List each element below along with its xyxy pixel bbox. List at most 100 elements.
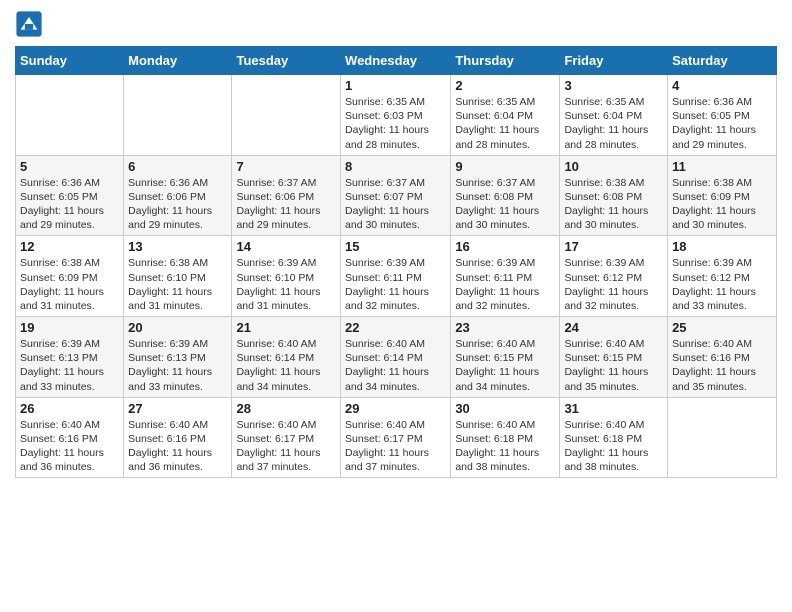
logo-icon xyxy=(15,10,43,38)
day-info: Sunrise: 6:40 AMSunset: 6:14 PMDaylight:… xyxy=(236,337,336,394)
day-info: Sunrise: 6:40 AMSunset: 6:15 PMDaylight:… xyxy=(564,337,663,394)
calendar-cell: 17 Sunrise: 6:39 AMSunset: 6:12 PMDayligh… xyxy=(560,236,668,317)
calendar-cell: 21 Sunrise: 6:40 AMSunset: 6:14 PMDayligh… xyxy=(232,317,341,398)
day-info: Sunrise: 6:38 AMSunset: 6:09 PMDaylight:… xyxy=(20,256,119,313)
weekday-header: Monday xyxy=(124,47,232,75)
day-info: Sunrise: 6:37 AMSunset: 6:06 PMDaylight:… xyxy=(236,176,336,233)
day-number: 25 xyxy=(672,320,772,335)
header-row: SundayMondayTuesdayWednesdayThursdayFrid… xyxy=(16,47,777,75)
day-number: 3 xyxy=(564,78,663,93)
calendar-cell: 23 Sunrise: 6:40 AMSunset: 6:15 PMDayligh… xyxy=(451,317,560,398)
calendar-cell: 26 Sunrise: 6:40 AMSunset: 6:16 PMDayligh… xyxy=(16,397,124,478)
day-info: Sunrise: 6:39 AMSunset: 6:12 PMDaylight:… xyxy=(672,256,772,313)
day-info: Sunrise: 6:38 AMSunset: 6:10 PMDaylight:… xyxy=(128,256,227,313)
calendar-cell: 24 Sunrise: 6:40 AMSunset: 6:15 PMDayligh… xyxy=(560,317,668,398)
day-number: 20 xyxy=(128,320,227,335)
calendar-cell: 30Sunrise: 6:40 AMSunset: 6:18 PMDayligh… xyxy=(451,397,560,478)
calendar-cell: 28 Sunrise: 6:40 AMSunset: 6:17 PMDayligh… xyxy=(232,397,341,478)
calendar-cell: 8 Sunrise: 6:37 AMSunset: 6:07 PMDaylight… xyxy=(341,155,451,236)
calendar-cell: 4 Sunrise: 6:36 AMSunset: 6:05 PMDaylight… xyxy=(668,75,777,156)
calendar-cell: 18 Sunrise: 6:39 AMSunset: 6:12 PMDayligh… xyxy=(668,236,777,317)
calendar-cell: 31 Sunrise: 6:40 AMSunset: 6:18 PMDayligh… xyxy=(560,397,668,478)
day-info: Sunrise: 6:39 AMSunset: 6:10 PMDaylight:… xyxy=(236,256,336,313)
calendar-cell: 5 Sunrise: 6:36 AMSunset: 6:05 PMDaylight… xyxy=(16,155,124,236)
day-number: 10 xyxy=(564,159,663,174)
day-info: Sunrise: 6:36 AMSunset: 6:06 PMDaylight:… xyxy=(128,176,227,233)
day-number: 11 xyxy=(672,159,772,174)
day-info: Sunrise: 6:38 AMSunset: 6:08 PMDaylight:… xyxy=(564,176,663,233)
calendar-cell: 15Sunrise: 6:39 AMSunset: 6:11 PMDayligh… xyxy=(341,236,451,317)
day-number: 7 xyxy=(236,159,336,174)
calendar-cell: 29 Sunrise: 6:40 AMSunset: 6:17 PMDayligh… xyxy=(341,397,451,478)
weekday-header: Wednesday xyxy=(341,47,451,75)
day-number: 18 xyxy=(672,239,772,254)
day-number: 13 xyxy=(128,239,227,254)
day-number: 30 xyxy=(455,401,555,416)
day-info: Sunrise: 6:40 AMSunset: 6:17 PMDaylight:… xyxy=(345,418,446,475)
calendar-cell: 10 Sunrise: 6:38 AMSunset: 6:08 PMDayligh… xyxy=(560,155,668,236)
day-number: 29 xyxy=(345,401,446,416)
day-info: Sunrise: 6:36 AMSunset: 6:05 PMDaylight:… xyxy=(672,95,772,152)
calendar-week-row: 1 Sunrise: 6:35 AMSunset: 6:03 PMDaylight… xyxy=(16,75,777,156)
calendar-cell: 2 Sunrise: 6:35 AMSunset: 6:04 PMDaylight… xyxy=(451,75,560,156)
day-info: Sunrise: 6:40 AMSunset: 6:18 PMDaylight:… xyxy=(564,418,663,475)
day-number: 27 xyxy=(128,401,227,416)
calendar-cell xyxy=(232,75,341,156)
day-number: 21 xyxy=(236,320,336,335)
calendar-week-row: 19Sunrise: 6:39 AMSunset: 6:13 PMDayligh… xyxy=(16,317,777,398)
calendar-cell: 20Sunrise: 6:39 AMSunset: 6:13 PMDayligh… xyxy=(124,317,232,398)
calendar-cell: 13 Sunrise: 6:38 AMSunset: 6:10 PMDayligh… xyxy=(124,236,232,317)
calendar-week-row: 26 Sunrise: 6:40 AMSunset: 6:16 PMDayligh… xyxy=(16,397,777,478)
day-number: 31 xyxy=(564,401,663,416)
calendar-cell xyxy=(668,397,777,478)
day-number: 6 xyxy=(128,159,227,174)
day-number: 17 xyxy=(564,239,663,254)
day-info: Sunrise: 6:35 AMSunset: 6:04 PMDaylight:… xyxy=(564,95,663,152)
day-info: Sunrise: 6:40 AMSunset: 6:17 PMDaylight:… xyxy=(236,418,336,475)
calendar-cell: 3 Sunrise: 6:35 AMSunset: 6:04 PMDaylight… xyxy=(560,75,668,156)
day-number: 26 xyxy=(20,401,119,416)
day-info: Sunrise: 6:40 AMSunset: 6:14 PMDaylight:… xyxy=(345,337,446,394)
calendar-cell xyxy=(124,75,232,156)
calendar-cell xyxy=(16,75,124,156)
day-info: Sunrise: 6:40 AMSunset: 6:16 PMDaylight:… xyxy=(128,418,227,475)
day-number: 14 xyxy=(236,239,336,254)
weekday-header: Thursday xyxy=(451,47,560,75)
day-info: Sunrise: 6:40 AMSunset: 6:15 PMDaylight:… xyxy=(455,337,555,394)
weekday-header: Sunday xyxy=(16,47,124,75)
logo xyxy=(15,10,45,38)
weekday-header: Saturday xyxy=(668,47,777,75)
day-info: Sunrise: 6:37 AMSunset: 6:07 PMDaylight:… xyxy=(345,176,446,233)
calendar-cell: 1 Sunrise: 6:35 AMSunset: 6:03 PMDaylight… xyxy=(341,75,451,156)
day-number: 4 xyxy=(672,78,772,93)
day-number: 8 xyxy=(345,159,446,174)
day-info: Sunrise: 6:39 AMSunset: 6:12 PMDaylight:… xyxy=(564,256,663,313)
calendar-cell: 27 Sunrise: 6:40 AMSunset: 6:16 PMDayligh… xyxy=(124,397,232,478)
day-number: 19 xyxy=(20,320,119,335)
calendar-header: SundayMondayTuesdayWednesdayThursdayFrid… xyxy=(16,47,777,75)
weekday-header: Friday xyxy=(560,47,668,75)
day-number: 23 xyxy=(455,320,555,335)
calendar-cell: 25 Sunrise: 6:40 AMSunset: 6:16 PMDayligh… xyxy=(668,317,777,398)
day-number: 2 xyxy=(455,78,555,93)
page: SundayMondayTuesdayWednesdayThursdayFrid… xyxy=(0,0,792,612)
day-number: 28 xyxy=(236,401,336,416)
weekday-header: Tuesday xyxy=(232,47,341,75)
day-number: 12 xyxy=(20,239,119,254)
day-info: Sunrise: 6:40 AMSunset: 6:16 PMDaylight:… xyxy=(20,418,119,475)
day-number: 1 xyxy=(345,78,446,93)
calendar-body: 1 Sunrise: 6:35 AMSunset: 6:03 PMDaylight… xyxy=(16,75,777,478)
day-info: Sunrise: 6:40 AMSunset: 6:16 PMDaylight:… xyxy=(672,337,772,394)
day-number: 24 xyxy=(564,320,663,335)
calendar-table: SundayMondayTuesdayWednesdayThursdayFrid… xyxy=(15,46,777,478)
day-number: 16 xyxy=(455,239,555,254)
day-info: Sunrise: 6:35 AMSunset: 6:04 PMDaylight:… xyxy=(455,95,555,152)
day-info: Sunrise: 6:35 AMSunset: 6:03 PMDaylight:… xyxy=(345,95,446,152)
header xyxy=(15,10,777,38)
calendar-cell: 11Sunrise: 6:38 AMSunset: 6:09 PMDayligh… xyxy=(668,155,777,236)
calendar-cell: 19Sunrise: 6:39 AMSunset: 6:13 PMDayligh… xyxy=(16,317,124,398)
calendar-cell: 12 Sunrise: 6:38 AMSunset: 6:09 PMDayligh… xyxy=(16,236,124,317)
calendar-cell: 14 Sunrise: 6:39 AMSunset: 6:10 PMDayligh… xyxy=(232,236,341,317)
day-info: Sunrise: 6:36 AMSunset: 6:05 PMDaylight:… xyxy=(20,176,119,233)
day-number: 5 xyxy=(20,159,119,174)
